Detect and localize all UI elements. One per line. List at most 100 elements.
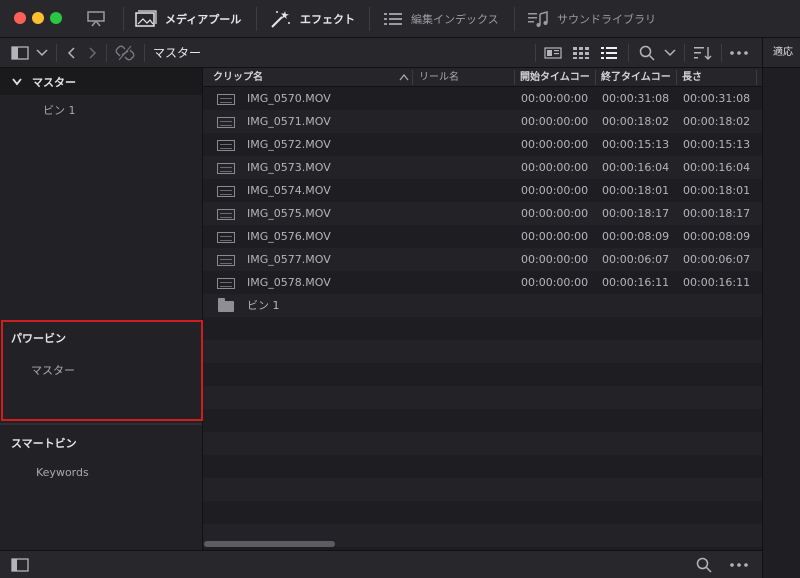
end-tc-cell: 00:00:18:02 bbox=[602, 115, 670, 128]
duration-cell: 00:00:15:13 bbox=[683, 138, 751, 151]
duration-cell: 00:00:18:17 bbox=[683, 207, 751, 220]
effects-wand-icon bbox=[271, 11, 290, 28]
forward-button[interactable] bbox=[86, 38, 100, 68]
sidebar-toggle-icon bbox=[11, 46, 29, 60]
search-options-dropdown[interactable] bbox=[663, 38, 677, 68]
end-tc-cell: 00:00:16:11 bbox=[602, 276, 670, 289]
monitor-icon bbox=[87, 11, 105, 27]
more-options-button[interactable] bbox=[728, 38, 750, 68]
start-tc-cell: 00:00:00:00 bbox=[521, 230, 589, 243]
column-header-reel-name[interactable]: リール名 bbox=[419, 68, 459, 87]
column-header-duration[interactable]: 長さ bbox=[682, 68, 702, 87]
folder-icon bbox=[218, 298, 234, 312]
bottom-more-button[interactable] bbox=[728, 551, 750, 578]
forward-icon bbox=[89, 47, 97, 59]
bottom-search-button[interactable] bbox=[694, 551, 714, 578]
start-tc-cell: 00:00:00:00 bbox=[521, 184, 589, 197]
clip-name-cell: IMG_0573.MOV bbox=[247, 161, 331, 174]
duration-cell: 00:00:16:04 bbox=[683, 161, 751, 174]
sidebar-toggle-button[interactable] bbox=[10, 38, 30, 68]
duration-cell: 00:00:16:11 bbox=[683, 276, 751, 289]
grid-view-icon bbox=[573, 47, 589, 59]
minimize-window-button[interactable] bbox=[32, 12, 44, 24]
search-icon bbox=[639, 45, 655, 61]
master-bin-header[interactable]: マスター bbox=[0, 68, 202, 95]
start-tc-cell: 00:00:00:00 bbox=[521, 161, 589, 174]
duration-cell: 00:00:08:09 bbox=[683, 230, 751, 243]
metadata-view-button[interactable] bbox=[543, 38, 563, 68]
bottom-bar bbox=[0, 550, 762, 578]
empty-row bbox=[203, 455, 762, 478]
back-button[interactable] bbox=[64, 38, 78, 68]
sort-button[interactable] bbox=[692, 38, 714, 68]
sidebar-toggle-icon bbox=[11, 558, 29, 572]
end-tc-cell: 00:00:15:13 bbox=[602, 138, 670, 151]
table-row[interactable]: IMG_0572.MOV 00:00:00:00 00:00:15:13 00:00:… bbox=[203, 133, 762, 156]
empty-row bbox=[203, 363, 762, 386]
search-button[interactable] bbox=[637, 38, 657, 68]
table-row[interactable]: IMG_0575.MOV 00:00:00:00 00:00:18:17 00:00:… bbox=[203, 202, 762, 225]
close-window-button[interactable] bbox=[14, 12, 26, 24]
clip-list: クリップ名 リール名 開始タイムコー 終了タイムコー 長さ IMG_0570.M… bbox=[203, 68, 762, 550]
media-pool-icon bbox=[135, 10, 157, 27]
end-tc-cell: 00:00:08:09 bbox=[602, 230, 670, 243]
start-tc-cell: 00:00:00:00 bbox=[521, 253, 589, 266]
end-tc-cell: 00:00:18:01 bbox=[602, 184, 670, 197]
music-icon bbox=[528, 11, 548, 27]
empty-row bbox=[203, 386, 762, 409]
empty-row bbox=[203, 317, 762, 340]
link-icon bbox=[115, 45, 135, 61]
video-clip-icon bbox=[217, 163, 235, 174]
table-row[interactable]: IMG_0573.MOV 00:00:00:00 00:00:16:04 00:00:… bbox=[203, 156, 762, 179]
table-row[interactable]: IMG_0570.MOV 00:00:00:00 00:00:31:08 00:00:… bbox=[203, 87, 762, 110]
table-row[interactable]: IMG_0577.MOV 00:00:00:00 00:00:06:07 00:00:… bbox=[203, 248, 762, 271]
bottom-sidebar-toggle-button[interactable] bbox=[10, 551, 30, 578]
table-row[interactable]: IMG_0578.MOV 00:00:00:00 00:00:16:11 00:00:… bbox=[203, 271, 762, 294]
horizontal-scrollbar[interactable] bbox=[204, 541, 335, 547]
table-row[interactable]: IMG_0571.MOV 00:00:00:00 00:00:18:02 00:00:… bbox=[203, 110, 762, 133]
end-tc-cell: 00:00:18:17 bbox=[602, 207, 670, 220]
smart-bins-title: スマートビン bbox=[11, 437, 77, 450]
start-tc-cell: 00:00:00:00 bbox=[521, 276, 589, 289]
video-clip-icon bbox=[217, 255, 235, 266]
column-header-end-tc[interactable]: 終了タイムコー bbox=[601, 68, 671, 87]
monitor-toggle-button[interactable] bbox=[86, 0, 106, 38]
apply-label[interactable]: 適応 bbox=[773, 38, 793, 68]
bin-item-1[interactable]: ビン 1 bbox=[43, 102, 76, 118]
master-bin-label: マスター bbox=[32, 75, 76, 89]
table-row-folder[interactable]: ビン 1 bbox=[203, 294, 762, 317]
current-bin-title: マスター bbox=[153, 46, 202, 60]
zoom-window-button[interactable] bbox=[50, 12, 62, 24]
power-bin-item-master[interactable]: マスター bbox=[31, 362, 75, 378]
smart-bin-item-keywords[interactable]: Keywords bbox=[36, 466, 89, 479]
top-toolbar: メディアプール エフェクト 編集インデックス サウンドライブラリ bbox=[0, 0, 800, 38]
column-header-clip-name[interactable]: クリップ名 bbox=[213, 68, 263, 87]
table-row[interactable]: IMG_0574.MOV 00:00:00:00 00:00:18:01 00:00:… bbox=[203, 179, 762, 202]
list-view-icon bbox=[601, 47, 617, 59]
table-header: クリップ名 リール名 開始タイムコー 終了タイムコー 長さ bbox=[203, 68, 762, 87]
more-icon bbox=[730, 51, 748, 55]
thumbnail-view-button[interactable] bbox=[571, 38, 591, 68]
end-tc-cell: 00:00:16:04 bbox=[602, 161, 670, 174]
folder-name-cell: ビン 1 bbox=[247, 299, 280, 312]
edit-index-tab[interactable]: 編集インデックス bbox=[383, 0, 499, 38]
list-view-button[interactable] bbox=[599, 38, 619, 68]
media-pool-tab[interactable]: メディアプール bbox=[135, 0, 241, 38]
video-clip-icon bbox=[217, 94, 235, 105]
chevron-down-icon[interactable] bbox=[12, 77, 22, 86]
table-row[interactable]: IMG_0576.MOV 00:00:00:00 00:00:08:09 00:00:… bbox=[203, 225, 762, 248]
column-header-start-tc[interactable]: 開始タイムコー bbox=[520, 68, 590, 87]
clip-name-cell: IMG_0578.MOV bbox=[247, 276, 331, 289]
sound-library-tab[interactable]: サウンドライブラリ bbox=[527, 0, 656, 38]
link-button[interactable] bbox=[114, 38, 136, 68]
back-icon bbox=[67, 47, 75, 59]
power-bins-title: パワービン bbox=[11, 332, 66, 345]
search-icon bbox=[696, 557, 712, 573]
sidebar-options-dropdown[interactable] bbox=[34, 38, 50, 68]
media-pool-subbar: マスター bbox=[0, 38, 762, 68]
empty-row bbox=[203, 432, 762, 455]
video-clip-icon bbox=[217, 278, 235, 289]
video-clip-icon bbox=[217, 186, 235, 197]
effects-tab[interactable]: エフェクト bbox=[270, 0, 355, 38]
empty-row bbox=[203, 340, 762, 363]
